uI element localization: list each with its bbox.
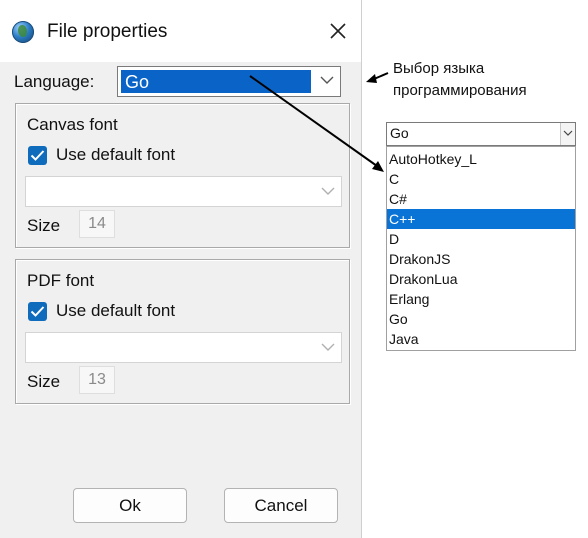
pointer-arrowhead (366, 74, 377, 83)
ok-button[interactable]: Ok (73, 488, 187, 523)
dropdown-item[interactable]: Go (387, 309, 575, 329)
canvas-size-field[interactable]: 14 (79, 210, 115, 238)
dropdown-item[interactable]: Erlang (387, 289, 575, 309)
chevron-down-icon (563, 130, 573, 136)
dialog-title: File properties (47, 21, 168, 42)
canvas-use-default-label: Use default font (56, 145, 176, 164)
dropdown-preview-combo[interactable]: Go (386, 122, 576, 146)
chevron-down-icon[interactable] (321, 342, 335, 352)
pointer-arrow-line (373, 72, 389, 80)
pdf-font-title: PDF font (27, 271, 95, 290)
dropdown-item[interactable]: C (387, 169, 575, 189)
language-label: Language: (14, 72, 95, 91)
globe-icon (12, 21, 34, 43)
chevron-down-icon[interactable] (320, 75, 334, 85)
language-value: Go (125, 72, 150, 92)
file-properties-dialog: File properties Language: Go Canvas font… (0, 0, 362, 538)
canvas-use-default-checkbox[interactable] (28, 146, 47, 165)
pdf-font-select[interactable] (25, 332, 342, 363)
dropdown-button[interactable] (560, 123, 575, 145)
dropdown-preview-value: Go (390, 125, 409, 141)
dropdown-item[interactable]: C++ (387, 209, 575, 229)
checkmark-icon (30, 306, 45, 317)
title-bar: File properties (0, 0, 361, 62)
language-dropdown-list: AutoHotkey_L C C# C++ D DrakonJS DrakonLua Erla… (386, 146, 576, 351)
canvas-size-label: Size (27, 216, 61, 235)
dropdown-item[interactable]: AutoHotkey_L (387, 149, 575, 169)
checkmark-icon (30, 150, 45, 161)
canvas-font-title: Canvas font (27, 115, 118, 134)
pdf-size-label: Size (27, 372, 61, 391)
canvas-font-select[interactable] (25, 176, 342, 207)
dropdown-item[interactable]: Java (387, 329, 575, 349)
pdf-size-field[interactable]: 13 (79, 366, 115, 394)
cancel-button[interactable]: Cancel (224, 488, 338, 523)
canvas-font-group: Canvas font Use default font Size 14 (15, 103, 350, 248)
dropdown-item[interactable]: C# (387, 189, 575, 209)
dropdown-item[interactable]: DrakonLua (387, 269, 575, 289)
language-selection-highlight: Go (121, 70, 311, 93)
annotation-line-1: Выбор языка (393, 60, 485, 77)
annotation-text: Выбор языка программирования (393, 58, 527, 102)
close-icon[interactable] (328, 21, 348, 41)
annotation-line-2: программирования (393, 82, 527, 99)
dropdown-item[interactable]: DrakonJS (387, 249, 575, 269)
pdf-use-default-label: Use default font (56, 301, 176, 320)
language-select[interactable]: Go (117, 66, 341, 97)
connector-arrowhead (372, 161, 384, 172)
dropdown-item[interactable]: D (387, 229, 575, 249)
chevron-down-icon[interactable] (321, 186, 335, 196)
pdf-font-group: PDF font Use default font Size 13 (15, 259, 350, 404)
pdf-use-default-checkbox[interactable] (28, 302, 47, 321)
